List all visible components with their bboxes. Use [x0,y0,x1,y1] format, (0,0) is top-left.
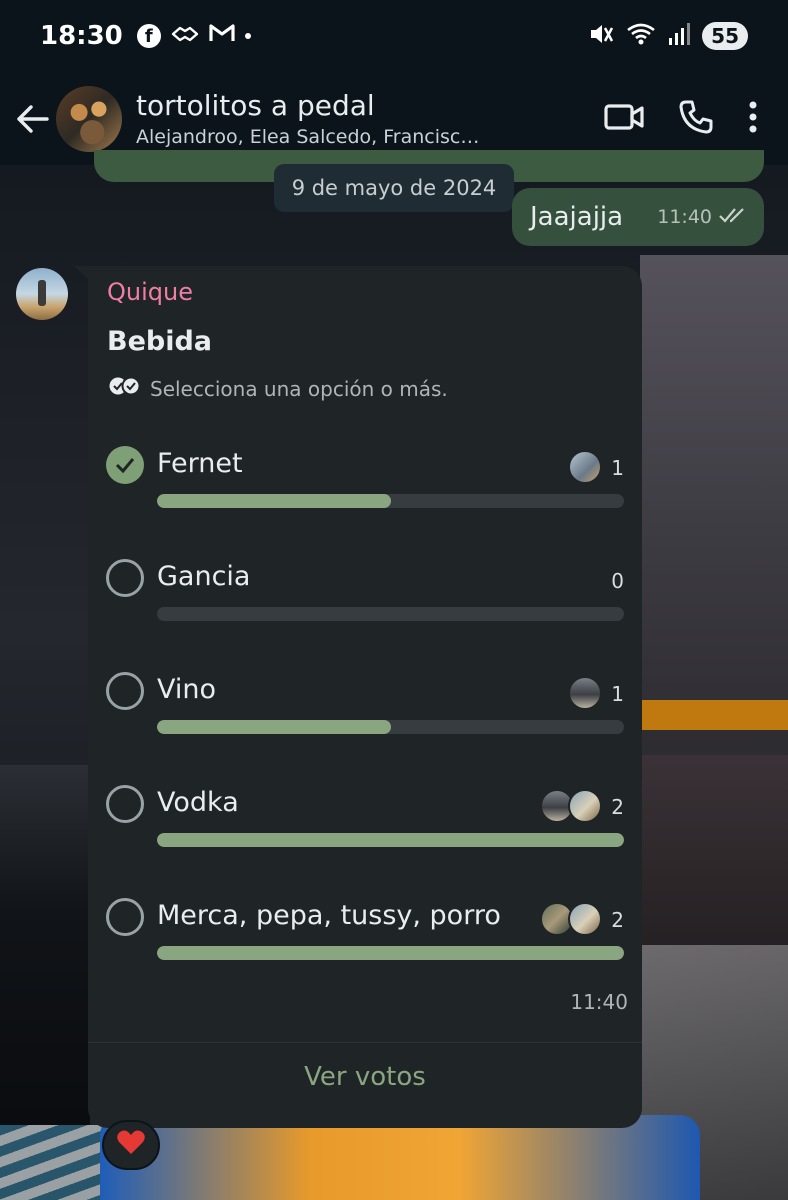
poll-option-label: Fernet [157,448,243,479]
poll-option[interactable]: Merca, pepa, tussy, porro 2 [104,890,624,960]
voter-avatar [568,789,602,823]
wallpaper-track [0,1125,110,1200]
poll-option-progress-fill [157,833,624,847]
more-options-icon[interactable] [748,100,758,138]
poll-option-label: Gancia [157,561,251,592]
gmail-icon [209,23,235,49]
poll-option-count: 0 [611,569,624,593]
radio-icon[interactable] [106,785,144,823]
poll-divider [88,1042,642,1043]
voter-avatar [568,676,602,710]
poll-option-progress [157,494,624,508]
poll-option-progress [157,946,624,960]
poll-option-progress-fill [157,720,391,734]
mute-icon [588,21,614,51]
heart-icon [116,1129,146,1162]
poll-option-label: Merca, pepa, tussy, porro [157,900,501,931]
poll-message-bubble: Quique Bebida Selecciona una opción o má… [88,266,642,1128]
radio-icon[interactable] [106,672,144,710]
poll-option-progress [157,720,624,734]
multi-select-icon [108,376,142,401]
double-check-icon [718,206,748,229]
poll-hint: Selecciona una opción o más. [108,376,448,401]
voter-avatars [540,789,602,823]
outgoing-message-bubble[interactable]: Jaajajja 11:40 [512,188,764,246]
voter-avatar [568,450,602,484]
facebook-icon: f [136,24,161,48]
poll-option-label: Vino [157,674,217,705]
status-time: 18:30 [40,21,123,51]
outgoing-message-text: Jaajajja [530,202,624,232]
sender-avatar[interactable] [16,268,68,320]
group-avatar[interactable] [56,85,122,152]
poll-question: Bebida [107,326,213,357]
signal-icon [668,22,691,50]
poll-option-progress [157,607,624,621]
voter-avatars [540,902,602,936]
outgoing-message-meta: 11:40 [657,206,748,229]
poll-option[interactable]: Gancia 0 [104,551,624,621]
poll-option-count: 1 [611,682,624,706]
group-info[interactable]: tortolitos a pedal Alejandroo, Elea Salc… [136,89,521,148]
reaction-badge[interactable] [102,1120,160,1170]
view-votes-button[interactable]: Ver votos [88,1062,642,1092]
poll-option[interactable]: Vino 1 [104,664,624,734]
wifi-icon [626,22,656,50]
poll-option[interactable]: Vodka 2 [104,777,624,847]
status-bar: 18:30 f 55 [0,0,788,72]
wallpaper-crowd-left [0,765,90,1125]
poll-option-progress [157,833,624,847]
voter-avatar [568,902,602,936]
wallpaper-building [640,255,788,775]
voter-avatars [568,450,602,484]
outgoing-message-time: 11:40 [657,206,712,228]
wallpaper-orange-banner [640,700,788,730]
voter-avatars [568,676,602,710]
poll-option-count: 1 [611,456,624,480]
group-members: Alejandroo, Elea Salcedo, Francisc… [136,126,480,148]
radio-icon[interactable] [106,559,144,597]
poll-sender-name[interactable]: Quique [107,278,193,306]
poll-option-progress-fill [157,494,391,508]
battery-indicator: 55 [702,22,748,50]
video-call-icon[interactable] [604,102,644,136]
poll-option-progress-fill [157,946,624,960]
back-arrow-icon[interactable] [2,89,62,149]
poll-time: 11:40 [570,990,628,1014]
voice-call-icon[interactable] [678,99,714,139]
poll-option[interactable]: Fernet 1 [104,438,624,508]
date-chip: 9 de mayo de 2024 [274,164,514,212]
poll-hint-text: Selecciona una opción o más. [150,376,448,401]
poll-option-count: 2 [611,795,624,819]
poll-option-label: Vodka [157,787,239,818]
notification-dot-icon [244,33,251,39]
radio-icon[interactable] [106,898,144,936]
checked-radio-icon[interactable] [106,446,144,484]
poll-option-count: 2 [611,908,624,932]
group-title: tortolitos a pedal [136,89,375,122]
handshake-icon [171,24,199,49]
